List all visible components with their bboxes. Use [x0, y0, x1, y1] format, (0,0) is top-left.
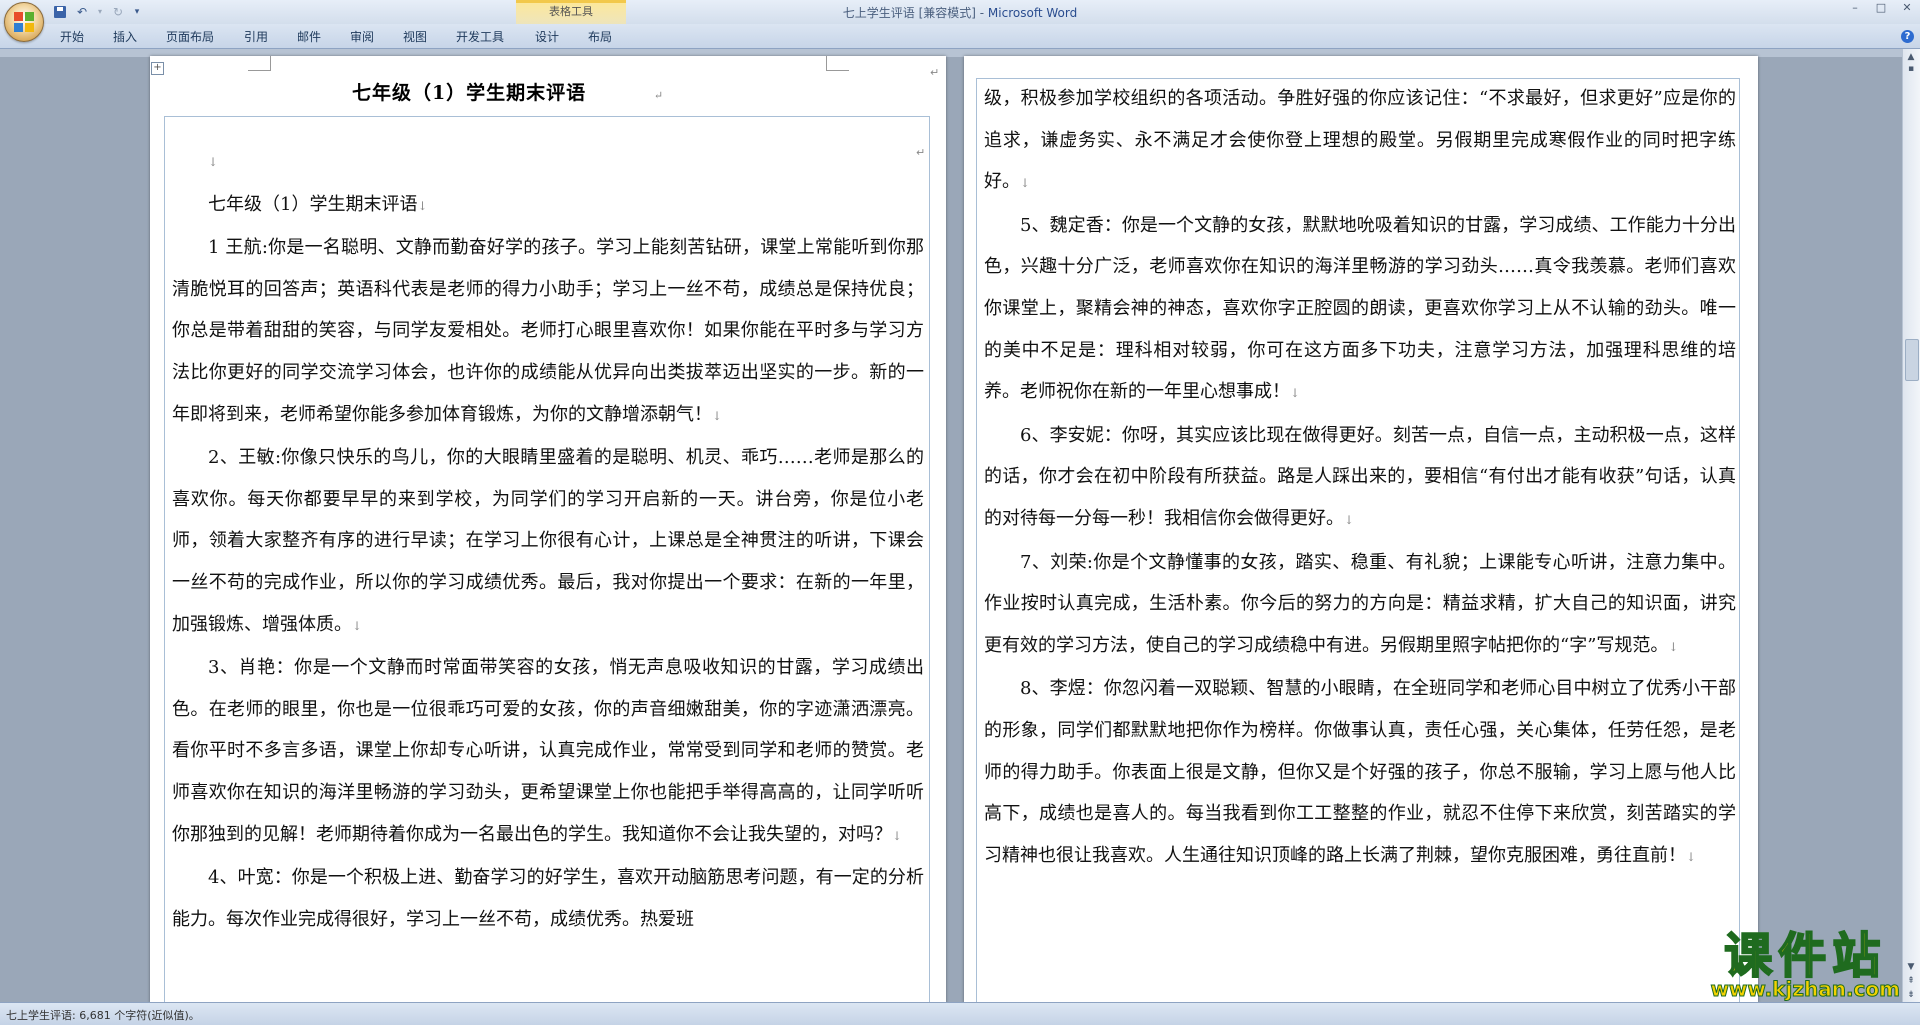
paragraph-text: 七年级（1）学生期末评语 — [208, 193, 418, 215]
paragraph: 级，积极参加学校组织的各项活动。争胜好强的你应该记住：“不求最好，但求更好”应是… — [984, 78, 1736, 205]
tab-mailings[interactable]: 邮件 — [297, 28, 321, 45]
paragraph: 5、魏定香：你是一个文静的女孩，默默地吮吸着知识的甘露，学习成绩、工作能力十分出… — [984, 205, 1736, 415]
tab-page-layout[interactable]: 页面布局 — [166, 28, 214, 45]
paragraph: 4、叶宽：你是一个积极上进、勤奋学习的好学生，喜欢开动脑筋思考问题，有一定的分析… — [172, 857, 924, 940]
paragraph-mark: ↓ — [1668, 639, 1679, 654]
right-text-column[interactable]: 级，积极参加学校组织的各项活动。争胜好强的你应该记住：“不求最好，但求更好”应是… — [984, 78, 1736, 878]
paragraph-mark: ↓ — [208, 155, 219, 169]
paragraph-mark: ↓ — [417, 198, 428, 213]
paragraph-text: 1 王航:你是一名聪明、文静而勤奋好学的孩子。学习上能刻苦钻研，课堂上常能听到你… — [172, 237, 924, 425]
next-page-icon[interactable]: ⇟ — [1905, 989, 1917, 1001]
vertical-scrollbar[interactable]: ▲ ▪ ▼ ⇞ ⇟ — [1902, 49, 1920, 1003]
paragraph: 七年级（1）学生期末评语↓ — [172, 184, 924, 228]
paragraph: 6、李安妮：你呀，其实应该比现在做得更好。刻苦一点，自信一点，主动积极一点，这样… — [984, 415, 1736, 542]
ruler-toggle-icon[interactable]: ▪ — [1905, 63, 1917, 75]
document-title-text: 七年级（1）学生期末评语 — [351, 82, 587, 104]
app-name: Microsoft Word — [987, 6, 1078, 20]
tab-home[interactable]: 开始 — [60, 28, 84, 45]
tab-references[interactable]: 引用 — [244, 28, 268, 45]
watermark-title: 课件站 — [1723, 928, 1887, 984]
document-name: 七上学生评语 [兼容模式] - — [842, 6, 988, 20]
paragraph: 2、王敏:你像只快乐的鸟儿，你的大眼睛里盛着的是聪明、机灵、乖巧……老师是那么的… — [172, 437, 924, 647]
paragraph-text: 2、王敏:你像只快乐的鸟儿，你的大眼睛里盛着的是聪明、机灵、乖巧……老师是那么的… — [172, 447, 924, 635]
page-right: 级，积极参加学校组织的各项活动。争胜好强的你应该记住：“不求最好，但求更好”应是… — [964, 56, 1758, 1003]
left-text-column[interactable]: ↓ 七年级（1）学生期末评语↓ 1 王航:你是一名聪明、文静而勤奋好学的孩子。学习上… — [172, 140, 924, 940]
row-end-mark: ↵ — [930, 66, 940, 79]
table-move-handle-icon[interactable]: + — [151, 62, 164, 75]
paragraph-text: 级，积极参加学校组织的各项活动。争胜好强的你应该记住：“不求最好，但求更好”应是… — [984, 88, 1736, 193]
tab-review[interactable]: 审阅 — [350, 28, 374, 45]
paragraph-mark: ↓ — [1020, 176, 1031, 191]
word-count-status[interactable]: 七上学生评语: 6,681 个字符(近似值)。 — [6, 1007, 200, 1023]
paragraph-mark: ↓ — [1344, 512, 1355, 527]
page-left: 七年级（1）学生期末评语 ↵ ↵ ↵ ↓ 七年级（1）学生期末评语↓ 1 王航:你是… — [150, 56, 946, 1003]
tab-design[interactable]: 设计 — [535, 28, 559, 45]
paragraph-mark: ↓ — [352, 618, 363, 633]
scroll-down-icon[interactable]: ▼ — [1905, 961, 1917, 973]
scroll-thumb[interactable] — [1905, 339, 1919, 381]
paragraph-mark: ↓ — [1290, 386, 1301, 401]
window-title: 七上学生评语 [兼容模式] - Microsoft Word — [0, 4, 1920, 21]
paragraph: ↓ — [172, 140, 924, 184]
paragraph-mark: ↓ — [1686, 849, 1697, 864]
previous-page-icon[interactable]: ⇞ — [1905, 975, 1917, 987]
close-button[interactable]: ✕ — [1894, 0, 1920, 18]
tab-layout[interactable]: 布局 — [588, 28, 612, 45]
paragraph-mark: ↓ — [712, 408, 723, 423]
paragraph: 8、李煜：你忽闪着一双聪颖、智慧的小眼睛，在全班同学和老师心目中树立了优秀小干部… — [984, 668, 1736, 878]
paragraph-text: 6、李安妮：你呀，其实应该比现在做得更好。刻苦一点，自信一点，主动积极一点，这样… — [984, 424, 1736, 529]
tab-developer[interactable]: 开发工具 — [456, 28, 504, 45]
paragraph: 1 王航:你是一名聪明、文静而勤奋好学的孩子。学习上能刻苦钻研，课堂上常能听到你… — [172, 227, 924, 437]
status-bar: 七上学生评语: 6,681 个字符(近似值)。 — [0, 1002, 1920, 1025]
document-title: 七年级（1）学生期末评语 ↵ — [150, 78, 866, 105]
maximize-button[interactable]: □ — [1868, 0, 1894, 18]
tab-view[interactable]: 视图 — [403, 28, 427, 45]
scroll-up-icon[interactable]: ▲ — [1905, 51, 1917, 63]
crop-mark — [248, 56, 271, 71]
paragraph-mark: ↓ — [892, 828, 903, 843]
office-logo-icon — [14, 12, 34, 32]
paragraph: 7、刘荣:你是个文静懂事的女孩，踏实、稳重、有礼貌；上课能专心听讲，注意力集中。… — [984, 542, 1736, 669]
minimize-button[interactable]: – — [1842, 0, 1868, 18]
paragraph-text: 5、魏定香：你是一个文静的女孩，默默地吮吸着知识的甘露，学习成绩、工作能力十分出… — [984, 214, 1736, 403]
title-bar: ↶ ▾ ↻ ▾ 表格工具 七上学生评语 [兼容模式] - Microsoft W… — [0, 0, 1920, 47]
window-controls: – □ ✕ — [1842, 0, 1920, 20]
paragraph-text: 8、李煜：你忽闪着一双聪颖、智慧的小眼睛，在全班同学和老师心目中树立了优秀小干部… — [984, 678, 1736, 866]
crop-mark — [826, 56, 849, 71]
watermark-logo: 课件站 www.kjzhan.com — [1710, 928, 1901, 1002]
paragraph-text: 3、肖艳：你是一个文静而时常面带笑容的女孩，悄无声息吸收知识的甘露，学习成绩出色… — [172, 657, 924, 845]
paragraph: 3、肖艳：你是一个文静而时常面带笑容的女孩，悄无声息吸收知识的甘露，学习成绩出色… — [172, 647, 924, 857]
cell-end-mark: ↵ — [653, 89, 665, 102]
paragraph-text: 7、刘荣:你是个文静懂事的女孩，踏实、稳重、有礼貌；上课能专心听讲，注意力集中。… — [984, 551, 1736, 656]
help-icon[interactable]: ? — [1901, 30, 1914, 43]
watermark-url: www.kjzhan.com — [1710, 977, 1901, 1002]
ribbon-tabs: 开始 插入 页面布局 引用 邮件 审阅 视图 开发工具 设计 布局 ? — [0, 24, 1920, 49]
paragraph-text: 4、叶宽：你是一个积极上进、勤奋学习的好学生，喜欢开动脑筋思考问题，有一定的分析… — [172, 867, 924, 930]
tab-insert[interactable]: 插入 — [113, 28, 137, 45]
office-button[interactable] — [4, 2, 44, 42]
